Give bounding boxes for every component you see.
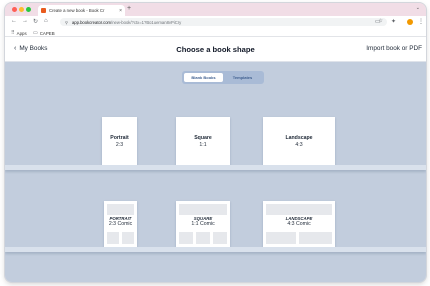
- comic-ratio: 1:1 Comic: [191, 221, 215, 228]
- book-creator-favicon-icon: [41, 8, 46, 13]
- import-book-button[interactable]: Import book or PDF: [366, 45, 422, 52]
- bookmark-apps[interactable]: ⠿ Apps: [11, 30, 27, 36]
- browser-toolbar: ← → ↻ ⌂ ⚲ app.bookcreator.com/new-book/?…: [5, 16, 426, 28]
- back-arrow-icon[interactable]: ←: [11, 18, 17, 24]
- comic-panel: [299, 232, 332, 244]
- tab-close-icon[interactable]: ×: [119, 8, 122, 14]
- tab-templates[interactable]: Templates: [223, 73, 262, 82]
- book-portrait[interactable]: Portrait 2:3: [102, 117, 137, 165]
- comic-ratio: 2:3 Comic: [108, 221, 133, 228]
- comic-panel: [179, 232, 193, 244]
- bookshelf-top: [5, 165, 426, 170]
- book-shape-chooser: Blank Books Templates Portrait 2:3 Squar…: [5, 62, 426, 282]
- comic-panel: [107, 232, 119, 244]
- comic-label: SQUARE 1:1 Comic: [176, 216, 230, 228]
- comic-panel: [196, 232, 210, 244]
- bookmark-label: Apps: [16, 30, 27, 36]
- profile-avatar[interactable]: [407, 19, 413, 25]
- book-square[interactable]: Square 1:1: [176, 117, 230, 165]
- window-minimize-button[interactable]: [19, 7, 24, 12]
- forward-arrow-icon[interactable]: →: [22, 18, 28, 24]
- comic-panel: [266, 204, 332, 215]
- bookmark-capeb[interactable]: ▭ CAPEB: [33, 30, 55, 36]
- bookmarks-bar: ⠿ Apps ▭ CAPEB: [5, 28, 426, 37]
- comic-panel: [122, 232, 134, 244]
- tab-search-button[interactable]: ⌄: [416, 5, 420, 11]
- extensions-icon[interactable]: ✦: [391, 18, 396, 25]
- site-info-icon[interactable]: ⚲: [65, 20, 68, 25]
- tab-strip: Create a new book - Book Cr × + ⌄: [5, 3, 426, 16]
- comic-panel: [107, 204, 134, 215]
- tab-title: Create a new book - Book Cr: [49, 8, 105, 13]
- page-title: Choose a book shape: [176, 45, 255, 54]
- book-label: Landscape 4:3: [263, 135, 335, 148]
- book-label: Portrait 2:3: [102, 135, 137, 148]
- book-ratio: 4:3: [295, 141, 303, 148]
- browser-window: Create a new book - Book Cr × + ⌄ ← → ↻ …: [5, 3, 426, 282]
- comic-label: PORTRAIT 2:3 Comic: [104, 216, 137, 228]
- comic-panel: [266, 232, 296, 244]
- browser-menu-icon[interactable]: ⋮: [418, 18, 424, 25]
- book-ratio: 1:1: [199, 141, 207, 148]
- book-label: Square 1:1: [176, 135, 230, 148]
- window-close-button[interactable]: [12, 7, 17, 12]
- folder-icon: ▭: [33, 30, 38, 36]
- install-app-icon[interactable]: ▭: [375, 18, 381, 25]
- url-text: app.bookcreator.com/new-book/?ctx=1?Bo1u…: [71, 19, 182, 25]
- book-ratio: 2:3: [115, 141, 124, 148]
- comic-landscape[interactable]: LANDSCAPE 4:3 Comic: [263, 201, 335, 247]
- book-landscape[interactable]: Landscape 4:3: [263, 117, 335, 165]
- comic-label: LANDSCAPE 4:3 Comic: [263, 216, 335, 228]
- reload-icon[interactable]: ↻: [33, 18, 38, 25]
- comic-square[interactable]: SQUARE 1:1 Comic: [176, 201, 230, 247]
- window-maximize-button[interactable]: [26, 7, 31, 12]
- comic-portrait[interactable]: PORTRAIT 2:3 Comic: [104, 201, 137, 247]
- bookshelf-bottom: [5, 247, 426, 252]
- comic-panel: [213, 232, 227, 244]
- home-icon[interactable]: ⌂: [44, 18, 48, 24]
- comic-panel: [179, 204, 227, 215]
- bookmark-label: CAPEB: [39, 30, 55, 36]
- app-header: ‹ My Books Choose a book shape Import bo…: [5, 37, 426, 62]
- address-bar[interactable]: ⚲ app.bookcreator.com/new-book/?ctx=1?Bo…: [60, 18, 387, 26]
- comic-ratio: 4:3 Comic: [287, 221, 311, 228]
- browser-tab[interactable]: Create a new book - Book Cr ×: [38, 5, 125, 16]
- tab-blank-books[interactable]: Blank Books: [184, 73, 223, 82]
- apps-grid-icon: ⠿: [11, 30, 15, 36]
- book-type-toggle: Blank Books Templates: [182, 71, 264, 84]
- new-tab-button[interactable]: +: [127, 5, 131, 12]
